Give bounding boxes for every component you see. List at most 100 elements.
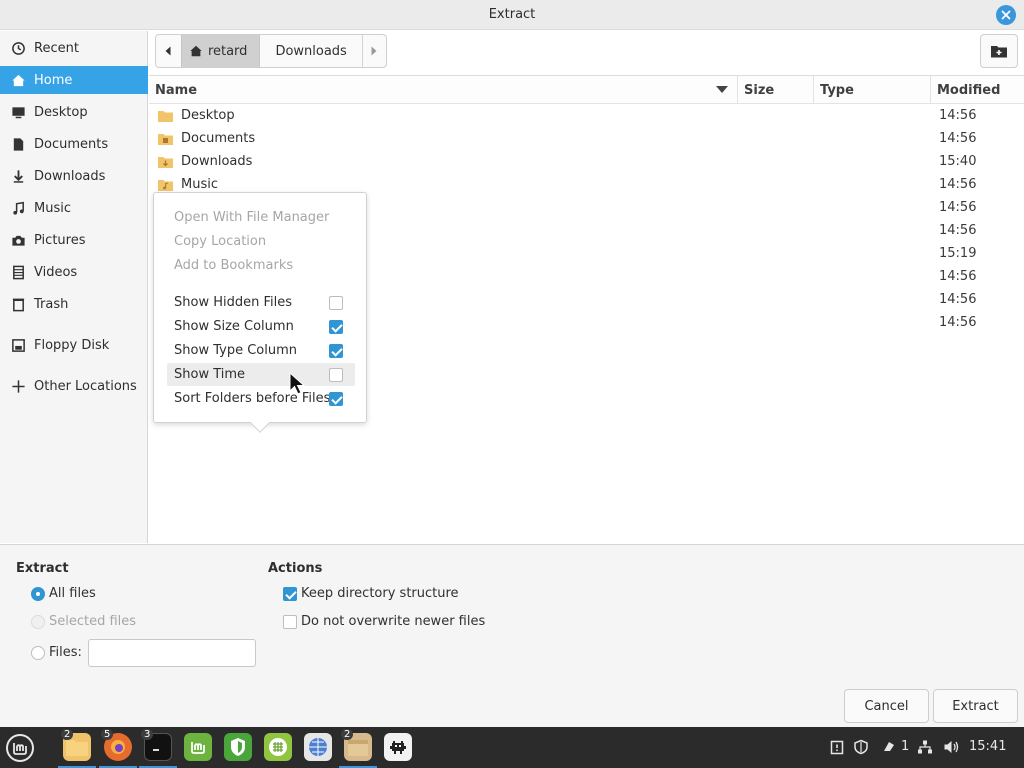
path-bar: retard Downloads [155, 34, 387, 68]
files-option[interactable]: Files: [31, 645, 82, 660]
menu-sort-folders-before-files[interactable]: Sort Folders before Files [167, 387, 355, 410]
grid-icon [269, 738, 287, 756]
volume-icon[interactable] [943, 739, 960, 755]
sort-folders-checkbox[interactable] [329, 392, 343, 406]
show-hidden-checkbox[interactable] [329, 296, 343, 310]
show-time-checkbox[interactable] [329, 368, 343, 382]
close-button[interactable] [996, 5, 1016, 25]
file-modified: 14:56 [939, 315, 977, 330]
no-overwrite-checkbox[interactable] [283, 614, 297, 629]
keep-structure-checkbox[interactable] [283, 586, 297, 601]
sidebar-item-floppy-disk[interactable]: Floppy Disk [0, 331, 148, 359]
taskbar-web-app[interactable] [304, 733, 332, 761]
files-radio[interactable] [31, 645, 45, 660]
sidebar-item-trash[interactable]: Trash [0, 290, 148, 318]
sidebar-item-documents[interactable]: Documents [0, 130, 148, 158]
keep-structure-option[interactable]: Keep directory structure [283, 586, 459, 601]
show-size-checkbox[interactable] [329, 320, 343, 334]
file-modified: 14:56 [939, 223, 977, 238]
taskbar-calc-app[interactable] [264, 733, 292, 761]
files-pattern-input[interactable] [88, 639, 256, 667]
sidebar-item-label: Pictures [34, 232, 86, 248]
column-modified[interactable]: Modified [931, 76, 1024, 104]
menu-show-size-column[interactable]: Show Size Column [167, 315, 355, 338]
sidebar-item-downloads[interactable]: Downloads [0, 162, 148, 190]
menu-open-with-file-manager[interactable]: Open With File Manager [167, 206, 355, 229]
places-sidebar: Recent Home Desktop Documents Downloads … [0, 31, 148, 543]
selected-files-radio[interactable] [31, 614, 45, 629]
menu-item-label: Add to Bookmarks [174, 258, 294, 273]
mint-logo-icon [6, 734, 34, 762]
shield-tray-icon[interactable] [853, 739, 869, 755]
menu-item-label: Open With File Manager [174, 210, 330, 225]
sidebar-item-label: Desktop [34, 104, 88, 120]
plus-icon [9, 377, 27, 395]
path-home-button[interactable]: retard [180, 35, 261, 67]
column-type-label: Type [820, 82, 854, 98]
notification-count: 1 [901, 739, 910, 754]
new-folder-button[interactable] [980, 34, 1018, 68]
sidebar-item-recent[interactable]: Recent [0, 34, 148, 62]
sidebar-item-other-locations[interactable]: Other Locations [0, 372, 148, 400]
menu-show-hidden-files[interactable]: Show Hidden Files [167, 291, 355, 314]
menu-copy-location[interactable]: Copy Location [167, 230, 355, 253]
file-row[interactable]: Documents 14:56 [149, 128, 1024, 151]
folder-icon [158, 111, 173, 122]
file-name: Music [181, 177, 218, 192]
file-modified: 15:19 [939, 246, 977, 261]
file-row[interactable]: Downloads 15:40 [149, 151, 1024, 174]
extract-button[interactable]: Extract [933, 689, 1018, 723]
sidebar-item-pictures[interactable]: Pictures [0, 226, 148, 254]
all-files-radio[interactable] [31, 586, 45, 601]
sidebar-item-label: Videos [34, 264, 78, 280]
column-header: Name Size Type Modified [149, 76, 1024, 104]
sidebar-item-videos[interactable]: Videos [0, 258, 148, 286]
path-back-button[interactable] [156, 35, 181, 67]
path-downloads-button[interactable]: Downloads [260, 35, 363, 67]
file-modified: 14:56 [939, 292, 977, 307]
sidebar-item-music[interactable]: Music [0, 194, 148, 222]
taskbar: 2 5 3 2 1 15:41 [0, 727, 1024, 768]
menu-item-label: Show Time [174, 367, 246, 382]
menu-add-to-bookmarks[interactable]: Add to Bookmarks [167, 254, 355, 277]
file-modified: 14:56 [939, 131, 977, 146]
desktop-icon [9, 103, 27, 121]
sidebar-item-desktop[interactable]: Desktop [0, 98, 148, 126]
taskbar-updates-app[interactable] [224, 733, 252, 761]
column-type[interactable]: Type [814, 76, 931, 104]
clock[interactable]: 15:41 [969, 739, 1006, 754]
menu-show-type-column[interactable]: Show Type Column [167, 339, 355, 362]
column-size[interactable]: Size [738, 76, 814, 104]
path-forward-button[interactable] [363, 35, 386, 67]
taskbar-mintinstall-app[interactable] [184, 733, 212, 761]
folder-music-icon [158, 180, 173, 191]
no-overwrite-option[interactable]: Do not overwrite newer files [283, 614, 485, 629]
mouse-pointer-icon [289, 372, 306, 395]
file-row[interactable]: Desktop 14:56 [149, 105, 1024, 128]
home-icon [190, 45, 202, 57]
document-icon [9, 135, 27, 153]
file-modified: 14:56 [939, 108, 977, 123]
selected-files-option[interactable]: Selected files [31, 614, 136, 629]
trash-icon [9, 295, 27, 313]
extract-options-panel: Extract All files Selected files Files: … [0, 544, 1024, 727]
menu-item-label: Copy Location [174, 234, 267, 249]
show-type-checkbox[interactable] [329, 344, 343, 358]
start-menu-button[interactable] [5, 733, 34, 762]
clipboard-icon[interactable] [829, 739, 845, 755]
network-icon[interactable] [917, 739, 933, 755]
sort-down-icon [716, 86, 728, 93]
all-files-label: All files [49, 586, 96, 601]
taskbar-game-app[interactable] [384, 733, 412, 761]
cancel-button[interactable]: Cancel [844, 689, 929, 723]
column-name[interactable]: Name [149, 76, 738, 104]
all-files-option[interactable]: All files [31, 586, 96, 601]
chevron-left-icon [165, 46, 171, 56]
file-modified: 14:56 [939, 200, 977, 215]
notification-icon[interactable] [881, 739, 897, 755]
file-modified: 15:40 [939, 154, 977, 169]
menu-show-time[interactable]: Show Time [167, 363, 355, 386]
menu-item-label: Show Hidden Files [174, 295, 292, 310]
folder-documents-icon [158, 134, 173, 145]
sidebar-item-home[interactable]: Home [0, 66, 148, 94]
